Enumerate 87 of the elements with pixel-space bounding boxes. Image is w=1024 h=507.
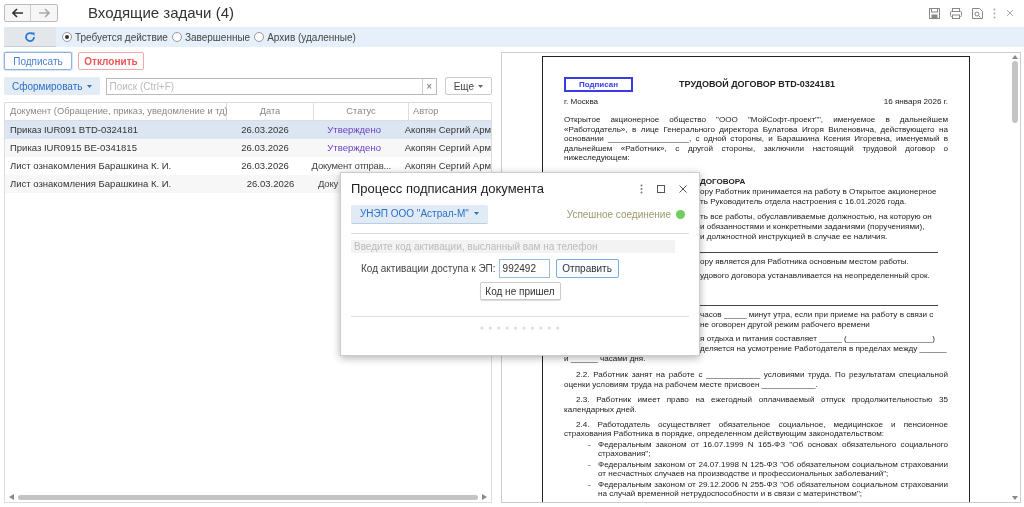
caret-icon (86, 84, 92, 88)
text-line: удового договора устанавливается на неопределенный срок. (700, 271, 931, 282)
table-cell-text: 26.03.2026 (246, 176, 295, 191)
preview-icon[interactable] (972, 7, 983, 19)
sign-button[interactable]: Подписать (4, 52, 72, 70)
forward-arrow-icon (38, 8, 50, 18)
radio-option[interactable]: Требуется действие (62, 29, 168, 45)
send-button[interactable]: Отправить (555, 259, 619, 278)
radio-option[interactable]: Завершенные (171, 29, 251, 45)
list-dash: - (588, 479, 592, 491)
list-item: Федеральным законом от 16.07.1999 N 165-ФЗ "Об основах обязательного социального страхования"; (598, 439, 948, 459)
clear-button[interactable]: × (421, 78, 436, 94)
refresh-button[interactable] (4, 27, 56, 47)
city-text: г. Москва (564, 97, 599, 107)
save-icon[interactable] (929, 7, 940, 19)
search-field[interactable]: Поиск (Ctrl+F) × (105, 77, 437, 95)
more-icon[interactable] (993, 7, 996, 19)
horizontal-scrollbar[interactable] (18, 494, 478, 500)
table-cell-text: 26.03.2026 (241, 158, 289, 173)
table-cell: Акопян Сергий Арм (404, 123, 491, 135)
column-header[interactable]: Автор (413, 104, 439, 119)
window-title: Входящие задачи (4) (88, 2, 234, 23)
connection-status: Успешное соединение (566, 207, 671, 222)
print-icon[interactable] (950, 7, 962, 19)
more-button[interactable]: Еще (444, 77, 492, 95)
status-text: Утверждено (327, 122, 381, 137)
paragraph: Открытое акционерное общество "ООО "МойСофт-проект"", именуемое в дальнейшем «Работодатель», в лице Генерального директора Булатова Игоря Виленовича, действующего на основании __________________, с одной стороны, и Барашкина Ксения Игоревна, именуемый в дальнейшем «Работник», с другой стороны, заключили настоящий трудовой договор о нижеследующем: (564, 115, 948, 163)
list-item: Федеральным законом от 24.07.1998 N 125-ФЗ "Об обязательном социальном страховании от несчастных случаев на производстве и профессиональных заболеваний"; (598, 459, 948, 479)
close-icon[interactable] (679, 185, 687, 193)
text-line: не оговорен другой режим рабочего времени (700, 319, 871, 330)
radio-button[interactable] (62, 32, 72, 42)
text-line: я отдыха и питания составляет _____ (___________________) (700, 334, 936, 345)
radio-button[interactable] (254, 32, 265, 42)
scroll-left-icon[interactable] (9, 494, 14, 500)
section-heading: ДОГОВОРА (700, 177, 747, 188)
caret-icon (473, 212, 479, 215)
certificate-dropdown[interactable]: УНЭП ООО "Астрал-М" (351, 204, 488, 224)
code-input[interactable]: 992492 (498, 259, 550, 278)
text-line: и обязанностями и конкретными заданиями (поручениями), (700, 221, 926, 232)
list-item: Федеральным законом от 29.12.2006 N 255-ФЗ "Об обязательном социальном страховании на случай временной нетрудоспособности и в связи с материнством"; (598, 479, 948, 499)
document-title: ТРУДОВОЙ ДОГОВОР BTD-0324181 (679, 79, 835, 90)
table-cell: Лист ознакомления Барашкина К. И. (10, 177, 172, 189)
table-row[interactable]: Приказ IUR0915 BE-0341815 26.03.2026 Утверждено Акопян Сергий Арм (5, 139, 491, 157)
radio-button[interactable] (171, 32, 182, 42)
radio-option[interactable]: Архив (удаленные) (254, 29, 356, 45)
scroll-down-icon[interactable] (1012, 496, 1018, 500)
table-cell: Приказ IUR0915 BE-0341815 (10, 141, 137, 153)
paragraph: 2.2. Работник занят на работе с ____________ условиями труда. По результатам специальной оценки условиям труда на рабочем месте присвоен ____________. (564, 370, 948, 390)
maximize-icon[interactable] (657, 185, 665, 193)
generate-button[interactable]: Сформировать (4, 77, 100, 95)
text-line: деляется на усмотрение Работодателя в пределах между ______ (700, 344, 948, 355)
table-cell: Приказ IUR091 BTD-0324181 (10, 123, 138, 135)
caret-icon (478, 84, 483, 88)
table-cell: Лист ознакомления Барашкина К. И. (10, 159, 172, 171)
field-label: Код активации доступа к ЭП: (361, 262, 496, 276)
table-cell-text: 26.03.2026 (241, 140, 289, 155)
more-icon[interactable] (640, 184, 643, 194)
text-line: ору Работник принимается на работу в Открытое акционерное (700, 187, 938, 198)
text-line: ть все работы, обуславливаемые должностью, на которую он (700, 211, 933, 222)
text-line: ть Руководитель отдела настроения с 16.01.2026 года. (700, 197, 908, 208)
column-header[interactable]: Документ (Обращение, приказ, уведомление и тд) (10, 104, 228, 119)
list-dash: - (588, 439, 592, 451)
text-line: ору является для Работника основным местом работы. (700, 256, 910, 267)
status-text: Доку (318, 177, 339, 189)
list-dash: - (588, 459, 592, 471)
reject-button[interactable]: Отклонить (78, 52, 144, 70)
table-cell-text: 26.03.2026 (241, 122, 289, 137)
refresh-icon (24, 30, 36, 43)
status-text: Документ отправ... (311, 159, 391, 171)
table-cell: Акопян Сергий Арм (404, 159, 491, 171)
signed-stamp: Подписан (564, 77, 633, 92)
paragraph: 2.3. Работник имеет право на ежегодный оплачиваемый отпуск продолжительностью 35 календарных дней. (564, 395, 948, 415)
paragraph: 2.4. Работодатель осуществляет обязательное социальное, медицинское и пенсионное страхования Работника в порядке, определенном действующим законодательством: (564, 420, 948, 439)
table-row[interactable]: Приказ IUR091 BTD-0324181 26.03.2026 Утверждено Акопян Сергий Арм (5, 121, 491, 139)
date-text: 16 января 2026 г. (883, 97, 948, 107)
text-line: и должностной инструкцией в случае ее наличия. (700, 231, 889, 242)
column-header[interactable]: Статус (346, 104, 376, 119)
scroll-right-icon[interactable] (482, 494, 487, 500)
scroll-up-icon[interactable] (1012, 55, 1018, 59)
back-arrow-icon (11, 8, 24, 18)
column-header[interactable]: Дата (259, 104, 281, 119)
vertical-scrollbar[interactable] (1012, 61, 1018, 123)
text-line: и ______ часами дня. (564, 354, 647, 365)
code-not-received-button[interactable]: Код не пришел (479, 282, 561, 300)
text-line: часов _____ минут утра, если при приеме на работу в связи с (700, 309, 935, 320)
table-cell: Акопян Сергий Арм (404, 141, 491, 153)
status-text: Утверждено (327, 140, 381, 155)
